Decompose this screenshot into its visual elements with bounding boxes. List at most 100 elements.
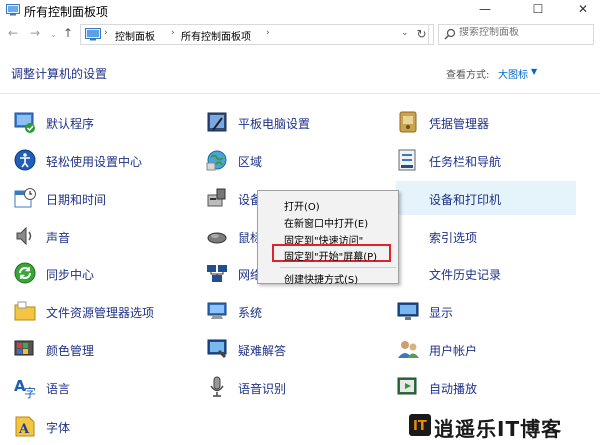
minimize-button[interactable]: — [462, 0, 508, 20]
it-logo-icon: IT [408, 413, 432, 440]
menu-separator [280, 267, 396, 268]
refresh-button[interactable]: ↻ [410, 24, 434, 45]
item-autoplay[interactable]: 自动播放 [396, 373, 576, 403]
mouse-icon [205, 224, 229, 248]
item-label: 字体 [46, 421, 71, 435]
svg-text:IT: IT [413, 419, 427, 434]
item-user-accounts[interactable]: 用户帐户 [396, 335, 576, 365]
display-icon [396, 299, 420, 323]
network-icon [205, 261, 229, 285]
item-label: 文件资源管理器选项 [46, 306, 155, 320]
item-label: 语音识别 [238, 382, 287, 396]
maximize-button[interactable]: ☐ [515, 0, 561, 20]
item-taskbar-navigation[interactable]: 任务栏和导航 [396, 146, 576, 176]
menu-item-open-new-window[interactable]: 在新窗口中打开(E) [284, 215, 368, 230]
menu-item-open[interactable]: 打开(O) [284, 198, 320, 213]
item-indexing-options[interactable]: 索引选项 [396, 222, 576, 252]
item-troubleshooting[interactable]: 疑难解答 [205, 335, 385, 365]
item-label: 区域 [238, 155, 263, 169]
address-bar[interactable]: › 控制面板 › 所有控制面板项 › ⌄ [80, 24, 429, 45]
color-management-icon [13, 337, 37, 361]
date-time-icon [13, 186, 37, 210]
item-label: 自动播放 [429, 382, 478, 396]
item-file-explorer-options[interactable]: 文件资源管理器选项 [13, 297, 193, 327]
breadcrumb-separator: › [266, 28, 270, 38]
search-icon [444, 28, 456, 43]
item-region[interactable]: 区域 [205, 146, 385, 176]
watermark: IT 逍遥乐IT博客 [408, 411, 598, 441]
item-label: 日期和时间 [46, 193, 107, 207]
sound-icon [13, 224, 37, 248]
forward-button[interactable]: → [30, 26, 40, 40]
title-bar: 所有控制面板项 — ☐ ✕ [0, 0, 600, 20]
item-default-programs[interactable]: 默认程序 [13, 108, 193, 138]
context-menu: 打开(O) 在新窗口中打开(E) 固定到"快速访问" 固定到"开始"屏幕(P) … [257, 190, 399, 286]
item-display[interactable]: 显示 [396, 297, 576, 327]
item-label: 轻松使用设置中心 [46, 155, 143, 169]
breadcrumb-all-items[interactable]: 所有控制面板项 [181, 28, 251, 43]
up-button[interactable]: ↑ [63, 26, 73, 40]
breadcrumb-separator: › [104, 28, 108, 38]
item-date-time[interactable]: 日期和时间 [13, 184, 193, 214]
back-button[interactable]: ← [8, 26, 18, 40]
item-label: 平板电脑设置 [238, 117, 311, 131]
item-label: 系统 [238, 306, 263, 320]
divider [0, 93, 600, 94]
item-label: 设备和打印机 [429, 193, 502, 207]
navigation-bar: ← → ⌄ ↑ › 控制面板 › 所有控制面板项 › ⌄ ↻ [0, 22, 600, 48]
recent-locations-button[interactable]: ⌄ [50, 30, 57, 39]
troubleshooting-icon [205, 337, 229, 361]
default-programs-icon [13, 110, 37, 134]
caret-down-icon[interactable]: ▼ [531, 67, 537, 76]
autoplay-icon [396, 375, 420, 399]
item-ease-of-access[interactable]: 轻松使用设置中心 [13, 146, 193, 176]
item-devices-printers[interactable]: 设备和打印机 [396, 181, 576, 215]
item-label: 语言 [46, 382, 71, 396]
item-label: 声音 [46, 231, 71, 245]
tablet-settings-icon [205, 110, 229, 134]
close-button[interactable]: ✕ [560, 0, 600, 20]
user-accounts-icon [396, 337, 420, 361]
item-label: 疑难解答 [238, 344, 287, 358]
breadcrumb-control-panel[interactable]: 控制面板 [115, 28, 155, 43]
menu-item-pin-start[interactable]: 固定到"开始"屏幕(P) [284, 248, 377, 263]
window-title: 所有控制面板项 [24, 5, 109, 19]
item-language[interactable]: A字 语言 [13, 373, 193, 403]
search-input[interactable] [459, 27, 589, 38]
system-icon [205, 299, 229, 323]
item-label: 索引选项 [429, 231, 478, 245]
file-explorer-options-icon [13, 299, 37, 323]
item-label: 默认程序 [46, 117, 95, 131]
item-tablet-settings[interactable]: 平板电脑设置 [205, 108, 385, 138]
item-color-management[interactable]: 颜色管理 [13, 335, 193, 365]
svg-text:A: A [18, 422, 30, 437]
item-label: 同步中心 [46, 268, 95, 282]
item-system[interactable]: 系统 [205, 297, 385, 327]
speech-recognition-icon [205, 375, 229, 399]
item-label: 用户帐户 [429, 344, 478, 358]
watermark-text: 逍遥乐IT博客 [434, 417, 563, 441]
address-dropdown-icon[interactable]: ⌄ [401, 28, 409, 38]
view-by-dropdown[interactable]: 大图标 [498, 66, 528, 81]
item-speech-recognition[interactable]: 语音识别 [205, 373, 385, 403]
search-box[interactable] [438, 24, 594, 45]
control-panel-icon [85, 28, 101, 44]
item-sound[interactable]: 声音 [13, 222, 193, 252]
item-fonts[interactable]: A 字体 [13, 412, 193, 442]
item-label: 显示 [429, 306, 454, 320]
item-credential-manager[interactable]: 凭据管理器 [396, 108, 576, 138]
region-icon [205, 148, 229, 172]
language-icon: A字 [13, 375, 37, 400]
svg-text:字: 字 [24, 385, 36, 399]
view-by-label: 查看方式: [446, 70, 490, 81]
ease-of-access-icon [13, 148, 37, 172]
menu-item-create-shortcut[interactable]: 创建快捷方式(S) [284, 271, 358, 286]
item-sync-center[interactable]: 同步中心 [13, 259, 193, 289]
breadcrumb-separator: › [171, 28, 175, 38]
item-label: 凭据管理器 [429, 117, 490, 131]
page-title: 调整计算机的设置 [11, 67, 108, 81]
item-label: 颜色管理 [46, 344, 95, 358]
item-file-history[interactable]: 文件历史记录 [396, 259, 576, 289]
device-manager-icon [205, 186, 229, 210]
control-panel-icon [6, 4, 20, 19]
